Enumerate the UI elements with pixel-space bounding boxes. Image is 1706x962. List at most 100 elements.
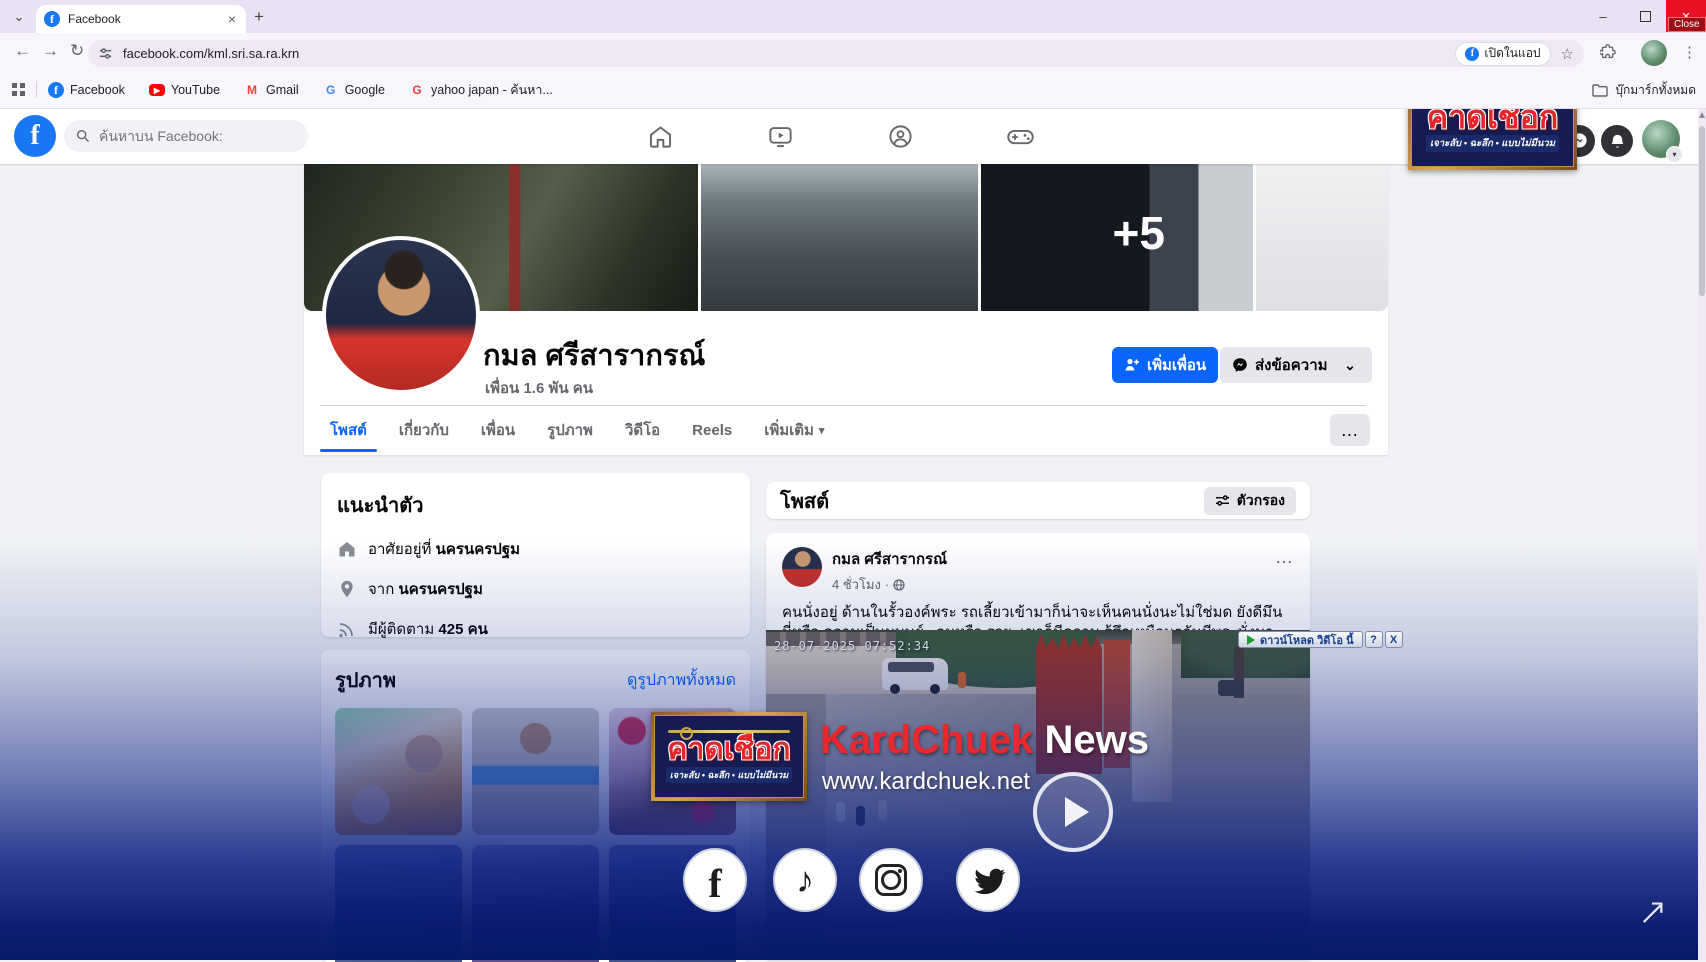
send-message-button[interactable]: ส่งข้อความ bbox=[1220, 347, 1340, 383]
tab-close-icon[interactable]: × bbox=[226, 11, 238, 27]
post-author-avatar[interactable] bbox=[782, 547, 822, 587]
photo-thumb[interactable] bbox=[472, 845, 599, 962]
scrollbar-thumb[interactable] bbox=[1699, 126, 1705, 296]
rope-icon bbox=[668, 730, 789, 733]
address-bar[interactable]: f เปิดในแอป ☆ bbox=[88, 40, 1584, 67]
download-video-button[interactable]: ดาวน์โหลด วิดีโอ นี้ bbox=[1238, 631, 1363, 648]
bell-icon bbox=[1609, 133, 1626, 150]
notifications-button[interactable] bbox=[1601, 125, 1633, 157]
twitter-social-icon[interactable] bbox=[956, 848, 1020, 912]
tab-search-button[interactable]: ⌄ bbox=[8, 6, 30, 28]
tab-videos[interactable]: วิดีโอ bbox=[609, 408, 676, 452]
browser-tab[interactable]: f Facebook × bbox=[36, 5, 246, 33]
browser-profile-avatar[interactable] bbox=[1641, 40, 1667, 66]
photo-thumb[interactable] bbox=[335, 845, 462, 962]
photo-thumb[interactable] bbox=[335, 708, 462, 835]
posts-filter-button[interactable]: ตัวกรอง bbox=[1204, 487, 1296, 515]
chevron-down-icon: ⌄ bbox=[14, 9, 25, 25]
browser-tab-strip: ⌄ f Facebook × + – × bbox=[0, 0, 1706, 33]
facebook-logo[interactable]: f bbox=[14, 115, 56, 157]
forward-icon[interactable]: → bbox=[42, 41, 59, 61]
cctv-timestamp: 28-07-2025 07:52:34 bbox=[774, 639, 930, 653]
intro-item-from: จาก นครนครปฐม bbox=[337, 577, 734, 601]
bookmark-star-icon[interactable]: ☆ bbox=[1561, 45, 1574, 63]
facebook-icon: f bbox=[48, 82, 64, 98]
profile-picture[interactable] bbox=[322, 236, 480, 394]
all-bookmarks-button[interactable]: บุ๊กมาร์กทั้งหมด bbox=[1592, 72, 1696, 108]
scrollbar-up-arrow[interactable] bbox=[1699, 112, 1705, 118]
white-suv bbox=[882, 658, 948, 690]
home-icon bbox=[337, 539, 357, 559]
messenger-icon bbox=[1232, 357, 1248, 373]
badge-help-button[interactable]: ? bbox=[1365, 631, 1383, 648]
photos-title: รูปภาพ bbox=[335, 664, 396, 696]
intro-title: แนะนำตัว bbox=[337, 489, 734, 521]
intro-item-lives-in: อาศัยอยู่ที่ นครนครปฐม bbox=[337, 537, 734, 561]
bookmark-google[interactable]: G Google bbox=[323, 82, 385, 98]
cover-more-count: +5 bbox=[1113, 206, 1165, 260]
facebook-social-icon[interactable]: f bbox=[683, 848, 747, 912]
watch-icon bbox=[767, 123, 794, 150]
profile-tabs-more-button[interactable]: … bbox=[1330, 414, 1370, 446]
home-icon bbox=[647, 123, 674, 150]
bookmark-facebook[interactable]: f Facebook bbox=[48, 82, 125, 98]
divider bbox=[320, 405, 1366, 406]
reload-icon[interactable]: ↻ bbox=[70, 41, 84, 61]
facebook-search[interactable] bbox=[64, 120, 308, 152]
url-input[interactable] bbox=[121, 45, 1455, 62]
post-options-icon[interactable]: … bbox=[1275, 547, 1294, 568]
instagram-social-icon[interactable] bbox=[859, 848, 923, 912]
badge-close-button[interactable]: X bbox=[1385, 631, 1403, 648]
post-author-name[interactable]: กมล ศรีสารากรณ์ bbox=[832, 547, 1275, 571]
kardchuek-website: www.kardchuek.net bbox=[822, 768, 1030, 796]
open-in-app-button[interactable]: f เปิดในแอป bbox=[1455, 42, 1550, 66]
tiktok-social-icon[interactable]: ♪ bbox=[773, 848, 837, 912]
bookmark-youtube[interactable]: ▶ YouTube bbox=[149, 83, 220, 97]
cover-photo-panel: +5 bbox=[981, 164, 1253, 311]
folder-icon bbox=[1592, 83, 1608, 97]
search-site-icon: G bbox=[409, 82, 425, 98]
location-pin-icon bbox=[337, 579, 357, 599]
friends-count[interactable]: เพื่อน 1.6 พัน คน bbox=[485, 376, 593, 400]
nav-home-tab[interactable] bbox=[600, 108, 720, 164]
nav-gaming-tab[interactable] bbox=[960, 108, 1080, 164]
bookmark-gmail[interactable]: M Gmail bbox=[244, 82, 299, 98]
nav-groups-tab[interactable] bbox=[840, 108, 960, 164]
nav-watch-tab[interactable] bbox=[720, 108, 840, 164]
browser-menu-icon[interactable]: ⋮ bbox=[1682, 43, 1697, 61]
back-icon[interactable]: ← bbox=[14, 41, 31, 61]
close-tooltip: Close bbox=[1668, 17, 1706, 32]
tab-reels[interactable]: Reels bbox=[676, 408, 748, 452]
facebook-icon: f bbox=[1465, 47, 1479, 61]
tab-posts[interactable]: โพสต์ bbox=[314, 408, 383, 452]
search-input[interactable] bbox=[97, 127, 296, 145]
open-in-app-label: เปิดในแอป bbox=[1484, 44, 1540, 63]
extensions-icon[interactable] bbox=[1600, 43, 1617, 60]
new-tab-button[interactable]: + bbox=[254, 7, 264, 27]
more-options-icon: … bbox=[1341, 420, 1360, 441]
tab-title: Facebook bbox=[68, 12, 226, 26]
expand-icon[interactable] bbox=[1640, 898, 1666, 924]
photo-thumb[interactable] bbox=[472, 708, 599, 835]
groups-icon bbox=[887, 123, 914, 150]
window-minimize-button[interactable]: – bbox=[1586, 0, 1620, 32]
chevron-down-icon: ▾ bbox=[819, 424, 825, 437]
post-time[interactable]: 4 ชั่วโมง bbox=[832, 574, 881, 595]
tab-friends[interactable]: เพื่อน bbox=[465, 408, 531, 452]
person-figure bbox=[878, 800, 887, 820]
cover-photo-panel bbox=[1256, 164, 1388, 311]
tab-about[interactable]: เกี่ยวกับ bbox=[383, 408, 465, 452]
site-settings-icon[interactable] bbox=[98, 46, 113, 61]
account-chevron-icon[interactable]: ▾ bbox=[1666, 146, 1683, 163]
tab-photos[interactable]: รูปภาพ bbox=[531, 408, 609, 452]
apps-grid-icon[interactable] bbox=[12, 83, 25, 96]
filters-icon bbox=[1215, 494, 1230, 507]
video-play-button[interactable] bbox=[1033, 772, 1113, 852]
add-friend-button[interactable]: เพิ่มเพื่อน bbox=[1112, 347, 1218, 383]
tab-more[interactable]: เพิ่มเติม▾ bbox=[748, 408, 840, 452]
see-all-photos-link[interactable]: ดูรูปภาพทั้งหมด bbox=[627, 668, 736, 693]
person-figure bbox=[856, 806, 865, 826]
window-restore-button[interactable] bbox=[1628, 0, 1662, 32]
profile-more-actions-button[interactable]: ⌄ bbox=[1328, 347, 1372, 383]
bookmark-yahoo-japan[interactable]: G yahoo japan - ค้นหา... bbox=[409, 80, 553, 100]
